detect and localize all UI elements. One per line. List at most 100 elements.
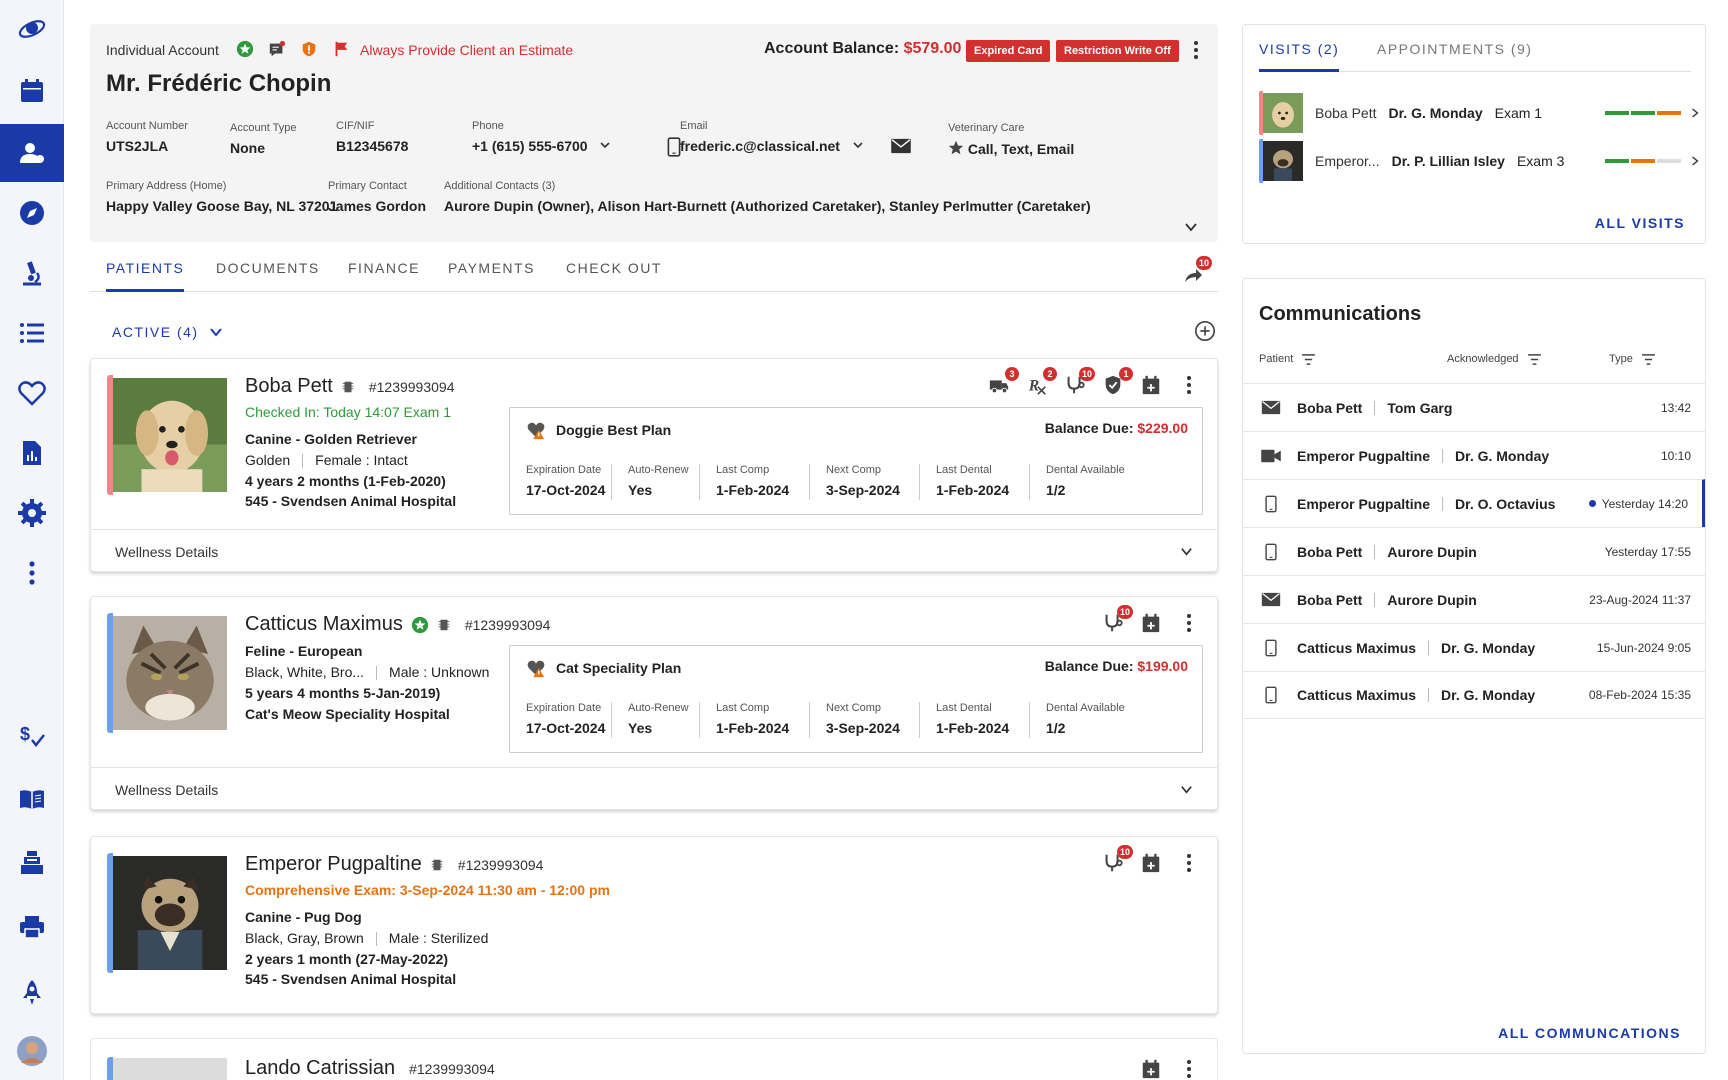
- wellness-details-toggle[interactable]: Wellness Details: [91, 529, 1217, 573]
- flag-icon[interactable]: [330, 38, 352, 60]
- patient-id: #1239993094: [464, 616, 551, 633]
- star-badge-icon: [411, 616, 428, 633]
- more-icon[interactable]: [0, 544, 64, 602]
- tab-documents[interactable]: DOCUMENTS: [216, 260, 320, 276]
- tab-check-out[interactable]: CHECK OUT: [566, 260, 662, 276]
- wellness-details-toggle[interactable]: Wellness Details: [91, 767, 1217, 811]
- patient-name[interactable]: Lando Catrissian: [245, 1057, 395, 1080]
- all-visits-button[interactable]: ALL VISITS: [1595, 215, 1685, 231]
- communication-row[interactable]: Catticus Maximus Dr. G. Monday 08-Feb-20…: [1243, 671, 1705, 719]
- col-acknowledged-header[interactable]: Acknowledged: [1447, 353, 1542, 365]
- active-filter-dropdown[interactable]: ACTIVE (4): [112, 324, 223, 340]
- col-type-header[interactable]: Type: [1609, 353, 1656, 365]
- additional-contacts-field: Additional Contacts (3) Aurore Dupin (Ow…: [444, 180, 1091, 214]
- visit-exam: Exam 1: [1494, 105, 1543, 121]
- tab-visits[interactable]: VISITS (2): [1259, 41, 1339, 57]
- truck-icon[interactable]: 3: [987, 367, 1019, 397]
- chevron-down-icon: [853, 142, 863, 149]
- communication-row[interactable]: Catticus Maximus Dr. G. Monday 15-Jun-20…: [1243, 623, 1705, 671]
- stethoscope-count: 10: [1116, 605, 1133, 619]
- envelope-icon[interactable]: [890, 138, 912, 159]
- communication-row[interactable]: Emperor Pugpaltine Dr. O. Octavius Yeste…: [1243, 479, 1705, 527]
- account-type-label: Individual Account: [106, 42, 219, 58]
- patient-more-icon[interactable]: [1177, 611, 1201, 635]
- register-icon[interactable]: [0, 834, 64, 892]
- visit-row[interactable]: Boba Pett Dr. G. Monday Exam 1: [1259, 91, 1699, 135]
- mail-icon: [1259, 400, 1283, 415]
- shield-alert-icon[interactable]: [298, 38, 320, 60]
- star-icon: [948, 140, 964, 155]
- tab-payments[interactable]: PAYMENTS: [448, 260, 535, 276]
- tab-finance[interactable]: FINANCE: [348, 260, 420, 276]
- visit-row[interactable]: Emperor... Dr. P. Lillian Isley Exam 3: [1259, 139, 1699, 183]
- patient-more-icon[interactable]: [1177, 1057, 1201, 1080]
- add-appointment-icon[interactable]: [1139, 373, 1163, 397]
- heart-icon[interactable]: [0, 364, 64, 422]
- add-appointment-icon[interactable]: [1139, 851, 1163, 875]
- patient-name[interactable]: Emperor Pugpaltine: [245, 853, 422, 876]
- launch-icon[interactable]: [0, 964, 64, 1022]
- email-field[interactable]: Email frederic.c@classical.net: [680, 120, 864, 154]
- plan-col: Last Dental 1-Feb-2024: [920, 464, 1030, 500]
- printer-icon[interactable]: [0, 898, 64, 956]
- avatar[interactable]: [0, 1022, 64, 1080]
- account-more-icon[interactable]: [1186, 38, 1206, 62]
- expand-chevron-icon[interactable]: [1184, 220, 1198, 239]
- patient-name[interactable]: Boba Pett: [245, 375, 333, 398]
- add-patient-icon[interactable]: [1194, 320, 1216, 347]
- plan-col-value: Yes: [628, 720, 653, 736]
- comm-time: 08-Feb-2024 15:35: [1588, 688, 1691, 702]
- settings-icon[interactable]: [0, 484, 64, 542]
- tab-patients[interactable]: PATIENTS: [106, 260, 184, 276]
- phone-field[interactable]: Phone +1 (615) 555-6700: [472, 120, 611, 154]
- plan-name: Cat Speciality Plan: [556, 660, 682, 676]
- add-appointment-icon[interactable]: [1139, 1057, 1163, 1080]
- list-icon[interactable]: [0, 304, 64, 362]
- library-icon[interactable]: [0, 770, 64, 828]
- share-icon[interactable]: 10: [1182, 256, 1212, 286]
- plan-col: Last Comp 1-Feb-2024: [700, 464, 810, 500]
- plan-col-value: 17-Oct-2024: [526, 720, 606, 736]
- logo-icon[interactable]: [0, 0, 64, 58]
- plan-col-label: Next Comp: [826, 464, 882, 476]
- phone-value[interactable]: +1 (615) 555-6700: [472, 138, 611, 154]
- rx-icon[interactable]: R2: [1025, 367, 1057, 397]
- message-flag-icon[interactable]: [266, 38, 288, 60]
- filter-icon: [1302, 353, 1316, 365]
- tab-appointments[interactable]: APPOINTMENTS (9): [1377, 41, 1532, 57]
- patient-photo: [107, 613, 227, 733]
- calendar-icon[interactable]: [0, 62, 64, 120]
- communication-row[interactable]: Boba Pett Aurore Dupin Yesterday 17:55: [1243, 527, 1705, 575]
- compass-icon[interactable]: [0, 184, 64, 242]
- col-patient-header[interactable]: Patient: [1259, 353, 1316, 365]
- patient-more-icon[interactable]: [1177, 373, 1201, 397]
- report-icon[interactable]: [0, 424, 64, 482]
- client-icon[interactable]: [0, 124, 64, 182]
- all-communications-button[interactable]: ALL COMMUNCATIONS: [1498, 1025, 1681, 1041]
- stethoscope-icon[interactable]: 10: [1063, 367, 1095, 397]
- cif-label: CIF/NIF: [336, 120, 375, 132]
- patient-more-icon[interactable]: [1177, 851, 1201, 875]
- star-badge-icon[interactable]: [234, 38, 256, 60]
- stethoscope-icon[interactable]: 10: [1101, 605, 1133, 635]
- plan-col-label: Expiration Date: [526, 702, 602, 714]
- communication-row[interactable]: Boba Pett Aurore Dupin 23-Aug-2024 11:37: [1243, 575, 1705, 623]
- add-appointment-icon[interactable]: [1139, 611, 1163, 635]
- shield-check-icon[interactable]: 1: [1101, 367, 1133, 397]
- comm-contact: Dr. G. Monday: [1441, 639, 1536, 656]
- plan-col-value: 3-Sep-2024: [826, 482, 900, 498]
- stethoscope-icon[interactable]: 10: [1101, 845, 1133, 875]
- email-address: frederic.c@classical.net: [680, 138, 840, 154]
- address-field: Primary Address (Home) Happy Valley Goos…: [106, 180, 337, 214]
- client-tabs: PATIENTS DOCUMENTS FINANCE PAYMENTS CHEC…: [90, 252, 1218, 292]
- rx-count: 2: [1043, 367, 1057, 381]
- email-value[interactable]: frederic.c@classical.net: [680, 138, 864, 154]
- billing-icon[interactable]: $: [0, 706, 64, 764]
- patient-name[interactable]: Catticus Maximus: [245, 613, 403, 636]
- communication-row[interactable]: Boba Pett Tom Garg 13:42: [1243, 383, 1705, 431]
- microscope-icon[interactable]: [0, 244, 64, 302]
- patient-color: Black, Gray, Brown: [245, 930, 364, 946]
- col-patient-label: Patient: [1259, 353, 1294, 365]
- communication-row[interactable]: Emperor Pugpaltine Dr. G. Monday 10:10: [1243, 431, 1705, 479]
- chevron-down-icon: [1181, 786, 1192, 794]
